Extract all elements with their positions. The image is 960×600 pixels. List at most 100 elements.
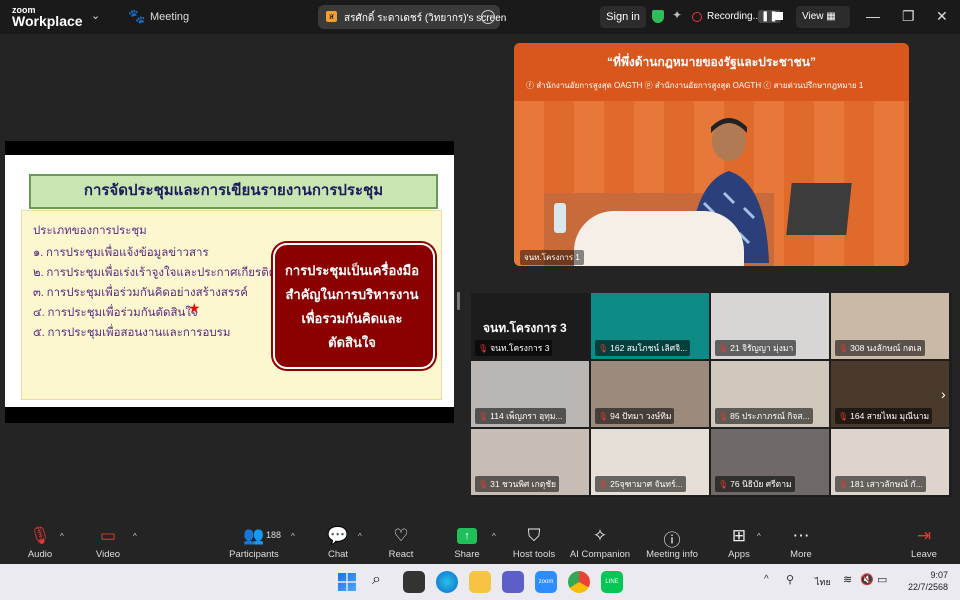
leave-icon[interactable]: ⇥ [912,526,936,546]
clock-time[interactable]: 9:07 [898,570,948,580]
tray-chevron-icon[interactable]: ^ [764,574,769,585]
share-screen-icon[interactable]: ↑ [457,528,477,544]
audio-caret-icon[interactable]: ^ [60,532,64,541]
security-shield-icon[interactable] [652,10,664,23]
network-app-icon[interactable]: ⚲ [786,573,794,586]
apps-icon[interactable]: ⊞ [727,526,751,546]
chat-icon[interactable]: 💬 [326,526,350,546]
flower-arrangement [574,211,744,266]
teams-icon[interactable] [502,571,524,593]
mic-muted-icon[interactable]: 🎙 [28,526,52,546]
participant-label: 🎙 114 เพ็ญภรา อุทุม... [475,408,566,424]
zoom-logo-bottom: Workplace [12,13,83,29]
gallery-next-icon[interactable]: › [941,386,946,402]
view-button[interactable]: View ▦ [796,6,850,28]
meeting-info-label: Meeting info [646,549,698,560]
apps-caret-icon[interactable]: ^ [757,532,761,541]
info-icon[interactable]: ⓘ [660,526,684,551]
slide-title: การจัดประชุมและการเขียนรายงานการประชุม [29,174,438,209]
mic-muted-icon: 🎙 [478,344,489,353]
audio-label: Audio [27,549,53,560]
speaker-name-label: จนท.โครงการ 1 [520,250,584,265]
more-icon[interactable]: ⋯ [789,526,813,546]
sign-in-button[interactable]: Sign in [600,6,646,28]
participant-name: 85 ประภาภรณ์ กิจส... [730,411,810,421]
participant-name: 31 ชวนพิศ เกตุชัย [490,479,557,489]
mic-muted-icon: 🎙 [598,344,609,353]
chrome-icon[interactable] [568,571,590,593]
restore-icon[interactable]: ❐ [902,8,915,25]
react-heart-icon[interactable]: ♡ [389,526,413,546]
stop-recording-button[interactable] [775,12,783,20]
gallery-grid: จนท.โครงการ 3 🎙 จนท.โครงการ 3 🎙 162 สมโภชน… [471,293,952,497]
video-off-icon[interactable]: ▭ [96,526,120,546]
close-icon[interactable]: ✕ [936,8,948,25]
mic-muted-icon: 🎙 [838,344,849,353]
participant-label: 🎙 94 ปัทมา วงษ์ทิม [595,408,675,424]
minimize-icon[interactable]: — [866,8,880,24]
participants-count: 188 [266,530,282,540]
recording-dot-icon [692,12,702,22]
participant-tile[interactable]: 🎙 76 นิธิบัย ศรีตาม [711,429,829,495]
language-indicator[interactable]: ไทย [815,575,831,589]
participant-name: 21 จิรัญญา มุ่งมา [730,343,794,353]
participant-label: 🎙 31 ชวนพิศ เกตุชัย [475,476,560,492]
participant-tile[interactable]: 🎙 308 นงลักษณ์ กตเล [831,293,949,359]
chat-caret-icon[interactable]: ^ [358,532,362,541]
share-caret-icon[interactable]: ^ [492,532,496,541]
participant-name: 181 เสาวลักษณ์ กั... [850,479,923,489]
host-tools-label: Host tools [512,549,556,560]
callout-line: ตัดสินใจ [328,335,376,350]
participant-label: 🎙 21 จิรัญญา มุ่งมา [715,340,797,356]
task-view-icon[interactable] [403,571,425,593]
participant-tile[interactable]: 🎙 94 ปัทมา วงษ์ทิม [591,361,709,427]
sharer-avatar-icon: ส [326,11,337,22]
participant-tile[interactable]: 🎙 25จุฑามาศ จันทร์... [591,429,709,495]
participant-tile[interactable]: 🎙 162 สมโภชน์ เลิศจิ... [591,293,709,359]
callout-line: สำคัญในการบริหารงาน [285,287,419,302]
split-resize-handle[interactable] [457,292,460,310]
more-options-icon[interactable]: ··· [481,10,495,24]
chevron-down-icon[interactable]: ⌄ [91,9,100,22]
leave-label: Leave [911,549,937,560]
wifi-icon[interactable]: ≋ [843,573,852,586]
search-icon[interactable]: ⌕ [372,571,381,589]
participants-caret-icon[interactable]: ^ [291,532,295,541]
host-tools-shield-icon[interactable]: ⛉ [522,526,546,546]
participant-tile[interactable]: 🎙 31 ชวนพิศ เกตุชัย [471,429,589,495]
slide-item: ๑. การประชุมเพื่อแจ้งข้อมูลข่าวสาร [33,247,209,259]
participant-tile[interactable]: 🎙 181 เสาวลักษณ์ กั... [831,429,949,495]
slide-heading: ประเภทของการประชุม [33,225,147,237]
volume-muted-icon[interactable]: 🔇 [860,573,874,586]
banner-backdrop [514,43,909,101]
callout-line: เพื่อรวมกันคิดและ [301,311,403,326]
participant-name: 25จุฑามาศ จันทร์... [610,479,683,489]
meeting-tab-label[interactable]: Meeting [150,11,189,23]
ai-sparkle-icon[interactable]: ✦ [672,8,682,22]
file-explorer-icon[interactable] [469,571,491,593]
zoom-icon[interactable]: zoom [535,571,557,593]
participant-tile[interactable]: 🎙 114 เพ็ญภรา อุทุม... [471,361,589,427]
participant-name: จนท.โครงการ 3 [490,343,550,353]
slide-item: ๔. การประชุมเพื่อร่วมกันตัดสินใจ [33,307,198,319]
share-label: Share [454,549,480,560]
participant-tile[interactable]: 🎙 21 จิรัญญา มุ่งมา [711,293,829,359]
ai-companion-label: AI Companion [569,549,631,560]
participant-name: 164 สายไหม มุณีนาม [850,411,930,421]
participant-tile[interactable]: 🎙 164 สายไหม มุณีนาม [831,361,949,427]
participant-label: 🎙 162 สมโภชน์ เลิศจิ... [595,340,691,356]
meeting-paw-icon[interactable]: 🐾 [128,8,145,25]
line-icon[interactable]: LINE [601,571,623,593]
participant-tile[interactable]: จนท.โครงการ 3 🎙 จนท.โครงการ 3 [471,293,589,359]
slide-item: ๓. การประชุมเพื่อร่วมกันคิดอย่างสร้างสรร… [33,287,248,299]
view-label: View [802,11,824,22]
mic-muted-icon: 🎙 [598,412,609,421]
video-caret-icon[interactable]: ^ [133,532,137,541]
ai-companion-icon[interactable]: ✧ [588,526,612,546]
clock-date[interactable]: 22/7/2568 [898,582,948,592]
participants-icon[interactable]: 👥 [242,526,266,546]
battery-icon[interactable]: ▭ [877,573,887,586]
edge-icon[interactable] [436,571,458,593]
speaker-video[interactable]: “ที่พึ่งด้านกฎหมายของรัฐและประชาชน” ⓕ สำ… [514,43,909,266]
participant-tile[interactable]: 🎙 85 ประภาภรณ์ กิจส... [711,361,829,427]
